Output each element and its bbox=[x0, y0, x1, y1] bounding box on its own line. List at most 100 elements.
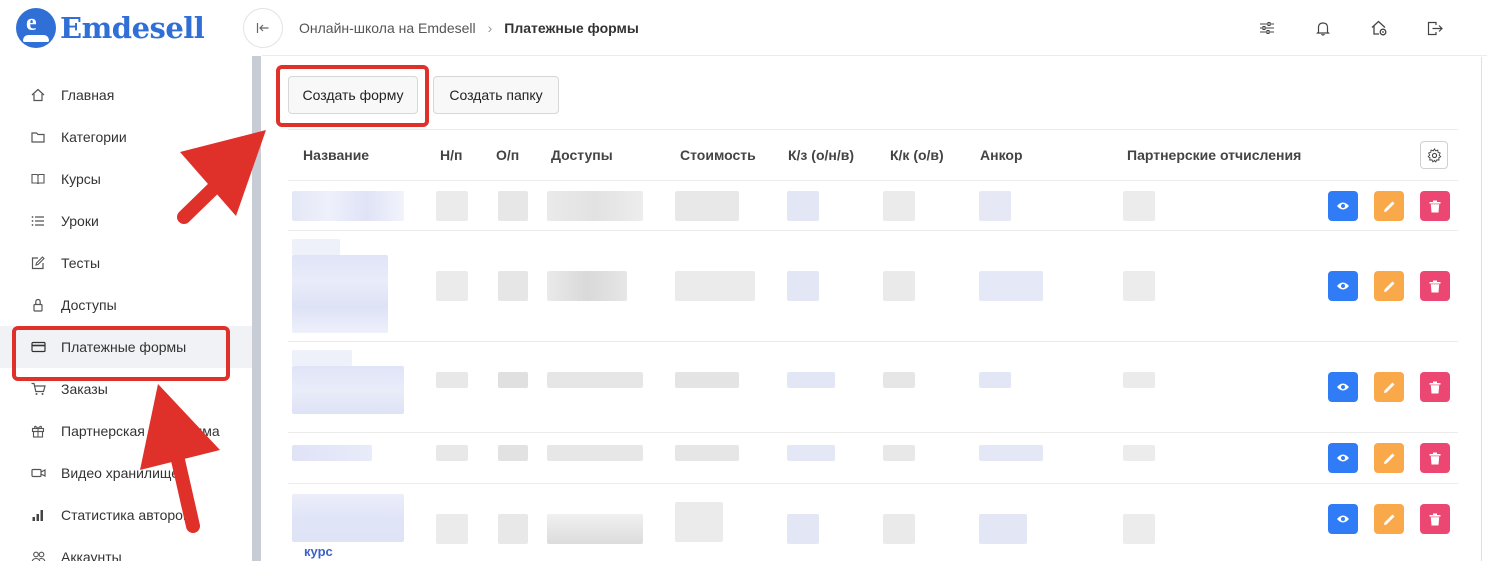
sidebar-item-label: Партнерская программа bbox=[61, 423, 220, 439]
content-divider bbox=[1481, 57, 1482, 561]
edit-button[interactable] bbox=[1374, 372, 1404, 402]
table-row[interactable] bbox=[288, 433, 1458, 484]
create-folder-button[interactable]: Создать папку bbox=[433, 76, 559, 114]
book-icon bbox=[30, 171, 46, 187]
sidebar-nav: Главная Категории Курсы Уроки Тесты Дост… bbox=[0, 74, 252, 561]
list-icon bbox=[30, 213, 46, 229]
eye-icon bbox=[1337, 515, 1349, 523]
bar-chart-icon bbox=[30, 507, 46, 523]
col-anchor[interactable]: Анкор bbox=[980, 147, 1023, 163]
table-row[interactable] bbox=[288, 181, 1458, 231]
trash-icon bbox=[1429, 513, 1441, 525]
sidebar-item-label: Категории bbox=[61, 129, 127, 145]
trash-icon bbox=[1429, 452, 1441, 464]
sidebar-item-label: Главная bbox=[61, 87, 115, 103]
row-name-link[interactable]: курс bbox=[304, 544, 333, 559]
col-price[interactable]: Стоимость bbox=[680, 147, 756, 163]
sidebar-item-label: Аккаунты bbox=[61, 549, 122, 561]
delete-button[interactable] bbox=[1420, 504, 1450, 534]
edit-button[interactable] bbox=[1374, 191, 1404, 221]
sidebar-item-label: Статистика авторов bbox=[61, 507, 191, 523]
sidebar-item-video-storage[interactable]: Видео хранилище bbox=[0, 452, 252, 494]
sidebar: e Emdesell Главная Категории Курсы Уроки bbox=[0, 0, 262, 561]
col-kz[interactable]: К/з (о/н/в) bbox=[788, 147, 854, 163]
sidebar-collapse-button[interactable] bbox=[243, 8, 283, 48]
sidebar-item-categories[interactable]: Категории bbox=[0, 116, 252, 158]
sidebar-item-accounts[interactable]: Аккаунты bbox=[0, 536, 252, 561]
app-window: e Emdesell Главная Категории Курсы Уроки bbox=[0, 0, 1487, 561]
lock-icon bbox=[30, 297, 46, 313]
bell-icon[interactable] bbox=[1311, 16, 1335, 40]
row-name-redacted bbox=[292, 255, 388, 333]
delete-button[interactable] bbox=[1420, 372, 1450, 402]
sidebar-scrollbar[interactable] bbox=[252, 56, 261, 561]
sidebar-item-label: Курсы bbox=[61, 171, 101, 187]
sidebar-item-label: Доступы bbox=[61, 297, 117, 313]
sidebar-item-access[interactable]: Доступы bbox=[0, 284, 252, 326]
edit-button[interactable] bbox=[1374, 443, 1404, 473]
logout-icon[interactable] bbox=[1423, 16, 1447, 40]
delete-button[interactable] bbox=[1420, 443, 1450, 473]
col-np[interactable]: Н/п bbox=[440, 147, 462, 163]
sliders-icon[interactable] bbox=[1255, 16, 1279, 40]
home-icon bbox=[30, 87, 46, 103]
table-row[interactable] bbox=[288, 342, 1458, 433]
logo[interactable]: e Emdesell bbox=[16, 8, 205, 48]
row-name-redacted bbox=[292, 445, 372, 461]
gift-icon bbox=[30, 423, 46, 439]
breadcrumb: Онлайн-школа на Emdesell › Платежные фор… bbox=[299, 20, 639, 36]
gear-icon bbox=[1427, 147, 1441, 163]
users-icon bbox=[30, 549, 46, 561]
row-name-redacted bbox=[292, 191, 404, 221]
sidebar-item-label: Заказы bbox=[61, 381, 108, 397]
view-button[interactable] bbox=[1328, 271, 1358, 301]
main-content: Создать форму Создать папку Название Н/п… bbox=[262, 57, 1487, 561]
pencil-icon bbox=[1383, 453, 1394, 464]
table-row[interactable]: курс bbox=[288, 484, 1458, 561]
col-kk[interactable]: К/к (о/в) bbox=[890, 147, 944, 163]
sidebar-item-lessons[interactable]: Уроки bbox=[0, 200, 252, 242]
sidebar-item-partner-program[interactable]: Партнерская программа bbox=[0, 410, 252, 452]
collapse-arrow-icon bbox=[256, 23, 269, 33]
sidebar-item-tests[interactable]: Тесты bbox=[0, 242, 252, 284]
col-access[interactable]: Доступы bbox=[551, 147, 613, 163]
view-button[interactable] bbox=[1328, 443, 1358, 473]
col-op[interactable]: О/п bbox=[496, 147, 519, 163]
trash-icon bbox=[1429, 280, 1441, 292]
sidebar-item-label: Уроки bbox=[61, 213, 99, 229]
sidebar-item-courses[interactable]: Курсы bbox=[0, 158, 252, 200]
delete-button[interactable] bbox=[1420, 271, 1450, 301]
edit-button[interactable] bbox=[1374, 504, 1404, 534]
sidebar-item-home[interactable]: Главная bbox=[0, 74, 252, 116]
table-settings-button[interactable] bbox=[1420, 141, 1448, 169]
edit-button[interactable] bbox=[1374, 271, 1404, 301]
eye-icon bbox=[1337, 454, 1349, 462]
view-button[interactable] bbox=[1328, 372, 1358, 402]
trash-icon bbox=[1429, 381, 1441, 393]
eye-icon bbox=[1337, 383, 1349, 391]
delete-button[interactable] bbox=[1420, 191, 1450, 221]
brand-name: Emdesell bbox=[60, 11, 205, 45]
cart-icon bbox=[30, 381, 46, 397]
sidebar-item-author-stats[interactable]: Статистика авторов bbox=[0, 494, 252, 536]
logo-letter: e bbox=[26, 10, 37, 36]
logo-badge-icon: e bbox=[16, 8, 56, 48]
pencil-icon bbox=[1383, 382, 1394, 393]
table-row[interactable] bbox=[288, 231, 1458, 342]
row-name-redacted bbox=[292, 494, 404, 542]
view-button[interactable] bbox=[1328, 504, 1358, 534]
eye-icon bbox=[1337, 282, 1349, 290]
highlight-payment-forms bbox=[12, 326, 230, 381]
col-name[interactable]: Название bbox=[303, 147, 369, 163]
pencil-icon bbox=[1383, 201, 1394, 212]
view-button[interactable] bbox=[1328, 191, 1358, 221]
col-partner-fees[interactable]: Партнерские отчисления bbox=[1127, 147, 1301, 163]
breadcrumb-school[interactable]: Онлайн-школа на Emdesell bbox=[299, 20, 476, 36]
table-header: Название Н/п О/п Доступы Стоимость К/з (… bbox=[288, 129, 1458, 181]
sidebar-item-label: Видео хранилище bbox=[61, 465, 180, 481]
pencil-icon bbox=[1383, 514, 1394, 525]
payment-forms-table: Название Н/п О/п Доступы Стоимость К/з (… bbox=[288, 129, 1458, 561]
eye-icon bbox=[1337, 202, 1349, 210]
pencil-icon bbox=[1383, 281, 1394, 292]
home-settings-icon[interactable] bbox=[1367, 16, 1391, 40]
